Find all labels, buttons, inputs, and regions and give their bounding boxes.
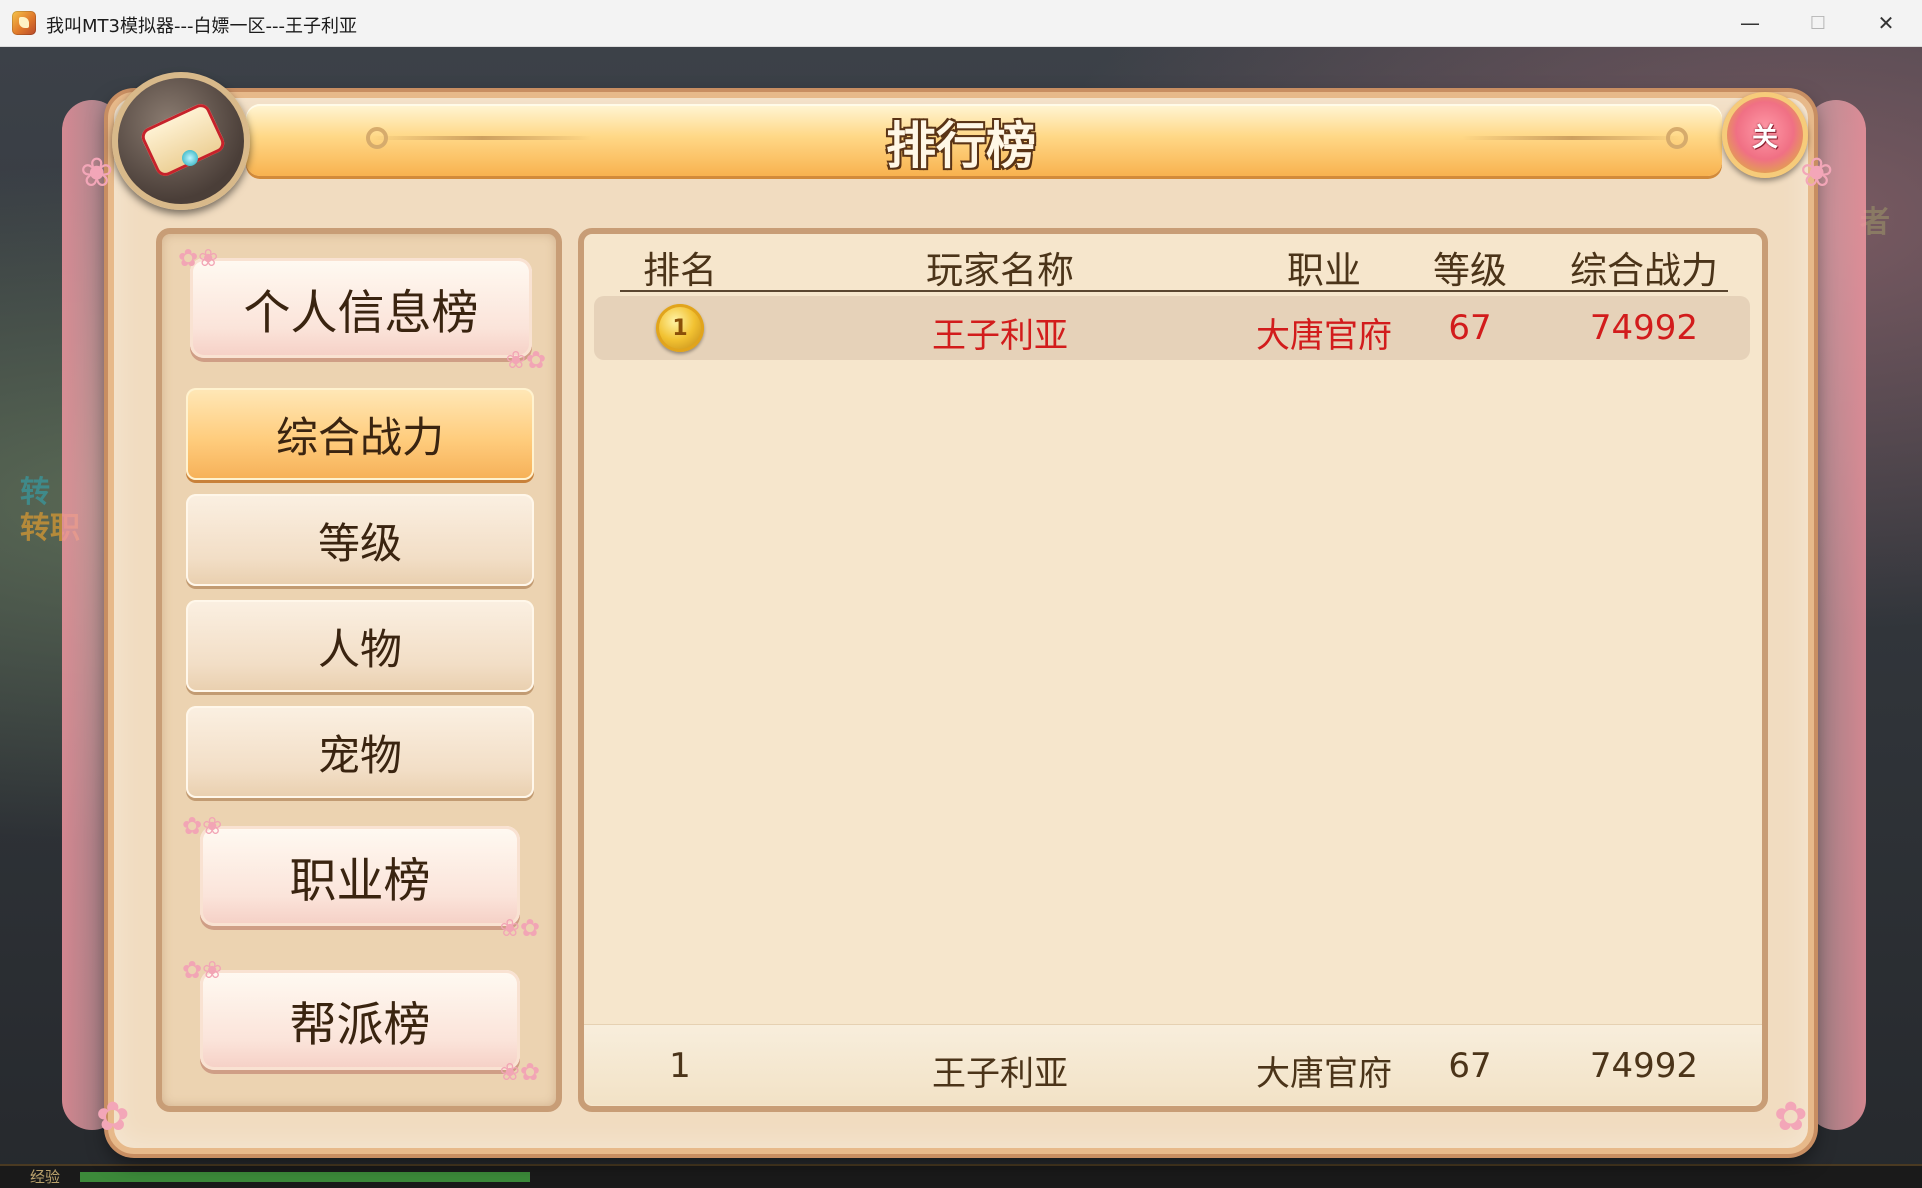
category-profession-label: 职业榜 bbox=[289, 853, 431, 909]
window-titlebar: 我叫MT3模拟器---白嫖一区---王子利亚 — ☐ ✕ bbox=[0, 0, 1922, 47]
blossom-icon: ✿❀ bbox=[178, 244, 219, 272]
ranking-table bbox=[578, 228, 1768, 1112]
experience-bar: 经验 bbox=[0, 1164, 1922, 1188]
app-icon bbox=[12, 11, 36, 35]
tab-pet-label: 宠物 bbox=[317, 730, 402, 780]
column-header-profession: 职业 bbox=[1287, 249, 1361, 292]
flower-decoration-icon: ✿ bbox=[96, 1094, 130, 1140]
blossom-icon: ✿❀ bbox=[182, 956, 223, 984]
window-title: 我叫MT3模拟器---白嫖一区---王子利亚 bbox=[46, 16, 357, 37]
category-guild-label: 帮派榜 bbox=[289, 997, 431, 1053]
category-personal-label: 个人信息榜 bbox=[243, 285, 479, 341]
close-panel-button[interactable]: 关 bbox=[1722, 92, 1808, 178]
maximize-button[interactable]: ☐ bbox=[1784, 0, 1852, 46]
close-label: 关 bbox=[1751, 122, 1778, 153]
column-header-rank: 排名 bbox=[643, 249, 717, 292]
flower-decoration-icon: ❀ bbox=[80, 150, 114, 196]
blossom-icon: ✿❀ bbox=[182, 812, 223, 840]
my-profession-cell: 大唐官府 bbox=[1256, 1054, 1392, 1094]
tab-character[interactable]: 人物 bbox=[186, 600, 534, 692]
category-guild-button[interactable]: 帮派榜 ✿❀ ❀✿ bbox=[182, 956, 540, 1086]
panel-title: 排行榜 bbox=[886, 117, 1036, 175]
flower-decoration-icon: ✿ bbox=[1774, 1094, 1808, 1140]
my-level-cell: 67 bbox=[1448, 1046, 1492, 1086]
category-personal-button[interactable]: 个人信息榜 ✿❀ ❀✿ bbox=[178, 244, 546, 374]
scroll-shape bbox=[138, 100, 228, 180]
tab-level[interactable]: 等级 bbox=[186, 494, 534, 586]
profession-cell: 大唐官府 bbox=[1256, 316, 1392, 356]
combat-power-cell: 74992 bbox=[1589, 308, 1699, 348]
tab-combat-power-label: 综合战力 bbox=[275, 412, 444, 462]
tab-combat-power[interactable]: 综合战力 bbox=[186, 388, 534, 480]
my-name-cell: 王子利亚 bbox=[932, 1054, 1068, 1094]
column-header-level: 等级 bbox=[1433, 249, 1507, 292]
scroll-gem bbox=[182, 150, 198, 166]
rank-value: 1 bbox=[672, 315, 688, 341]
blossom-icon: ❀✿ bbox=[499, 1058, 540, 1086]
tab-level-label: 等级 bbox=[317, 518, 402, 568]
blossom-icon: ❀✿ bbox=[505, 346, 546, 374]
minimize-button[interactable]: — bbox=[1716, 0, 1784, 46]
experience-fill bbox=[80, 1172, 530, 1182]
blossom-icon: ❀✿ bbox=[499, 914, 540, 942]
player-name-cell: 王子利亚 bbox=[932, 316, 1068, 356]
tab-character-label: 人物 bbox=[317, 624, 402, 674]
close-window-button[interactable]: ✕ bbox=[1852, 0, 1920, 46]
header-divider bbox=[620, 290, 1728, 292]
flower-decoration-icon: ❀ bbox=[1800, 150, 1834, 196]
level-cell: 67 bbox=[1448, 308, 1492, 348]
my-rank-cell: 1 bbox=[669, 1046, 691, 1086]
gold-medal-icon: 1 bbox=[656, 304, 704, 352]
experience-label: 经验 bbox=[30, 1168, 61, 1186]
my-combat-power-cell: 74992 bbox=[1589, 1046, 1699, 1086]
right-curtain-decoration bbox=[1806, 100, 1866, 1130]
tab-pet[interactable]: 宠物 bbox=[186, 706, 534, 798]
ranking-scroll-icon bbox=[112, 72, 250, 210]
column-header-player-name: 玩家名称 bbox=[926, 249, 1074, 292]
category-profession-button[interactable]: 职业榜 ✿❀ ❀✿ bbox=[182, 812, 540, 942]
column-header-combat-power: 综合战力 bbox=[1570, 249, 1718, 292]
